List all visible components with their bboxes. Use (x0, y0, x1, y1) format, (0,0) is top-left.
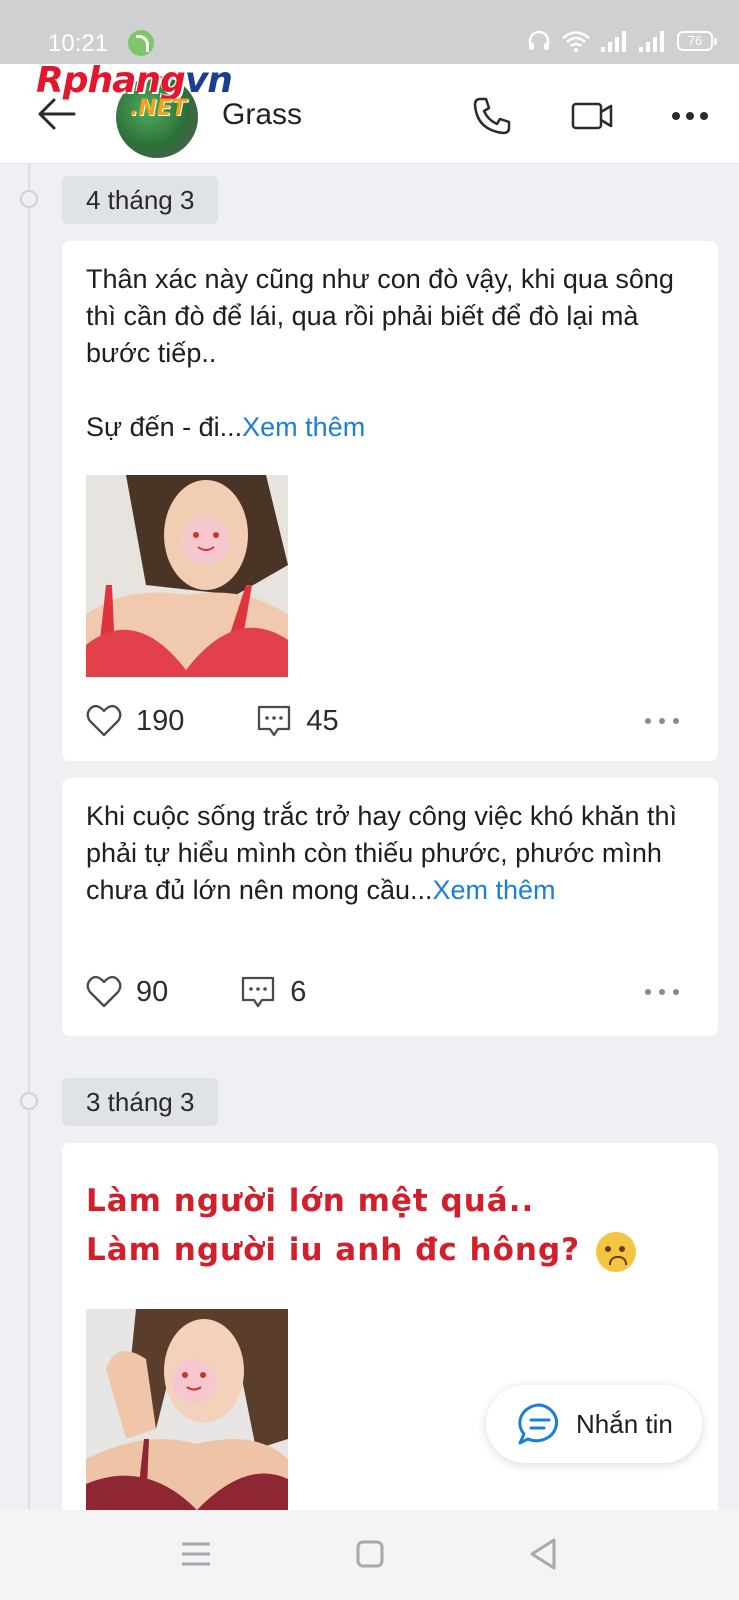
like-count: 90 (136, 975, 169, 1008)
chat-bubble-icon (518, 1403, 559, 1445)
comment-button[interactable]: 6 (240, 974, 306, 1010)
pleading-face-emoji-icon (595, 1231, 636, 1272)
message-button[interactable]: Nhắn tin (486, 1385, 702, 1463)
more-dots-icon[interactable] (642, 978, 682, 1006)
comment-icon (258, 705, 291, 737)
post-text: Thân xác này cũng như con đò vậy, khi qu… (86, 264, 674, 442)
signal-icon (639, 31, 664, 52)
comment-count: 6 (290, 975, 307, 1008)
headset-icon (528, 30, 550, 50)
date-label: 4 tháng 3 (62, 176, 219, 224)
see-more-link[interactable]: Xem thêm (433, 875, 556, 905)
status-icons: 76 (527, 30, 717, 52)
system-nav-bar (0, 1510, 739, 1600)
like-button[interactable]: 90 (86, 975, 168, 1009)
post-card[interactable]: Thân xác này cũng như con đò vậy, khi qu… (62, 241, 718, 761)
post-card[interactable]: Làm người lớn mệt quá.. Làm người iu anh… (62, 1143, 718, 1523)
home-square-icon[interactable] (350, 1534, 390, 1574)
more-dots-icon[interactable] (642, 707, 682, 735)
app-notification-icon (128, 30, 154, 56)
styled-post-text: Làm người lớn mệt quá.. Làm người iu anh… (86, 1177, 636, 1275)
menu-icon[interactable] (176, 1534, 216, 1574)
comment-icon (242, 976, 275, 1008)
like-count: 190 (136, 704, 185, 737)
timeline-dot (20, 1092, 38, 1110)
post-card[interactable]: Khi cuộc sống trắc trở hay công việc khó… (62, 778, 718, 1036)
post-photo[interactable] (86, 475, 288, 677)
date-label: 3 tháng 3 (62, 1078, 219, 1126)
watermark-logo: Rphangvn (36, 60, 233, 101)
back-triangle-icon[interactable] (524, 1534, 564, 1574)
message-button-label: Nhắn tin (576, 1408, 673, 1439)
battery-icon: 76 (677, 31, 717, 51)
more-dots-icon[interactable] (668, 94, 712, 138)
signal-icon (601, 31, 626, 52)
timeline-line (28, 164, 30, 1514)
wifi-icon (562, 31, 590, 52)
post-text: Khi cuộc sống trắc trở hay công việc khó… (86, 801, 678, 905)
video-camera-icon[interactable] (570, 94, 614, 138)
heart-icon (86, 704, 122, 737)
phone-icon[interactable] (470, 94, 514, 138)
heart-icon (86, 975, 122, 1008)
see-more-link[interactable]: Xem thêm (242, 412, 365, 442)
reaction-row: 90 6 (86, 972, 694, 1012)
status-bar: 10:21 76 (0, 0, 739, 64)
comment-count: 45 (306, 704, 339, 737)
watermark-logo-sub: .NET (130, 96, 187, 121)
status-time: 10:21 (48, 30, 109, 57)
reaction-row: 190 45 (86, 701, 694, 741)
timeline-dot (20, 190, 38, 208)
contact-name[interactable]: Grass (222, 98, 302, 132)
post-photo[interactable] (86, 1309, 288, 1511)
comment-button[interactable]: 45 (256, 703, 339, 739)
like-button[interactable]: 190 (86, 704, 184, 738)
